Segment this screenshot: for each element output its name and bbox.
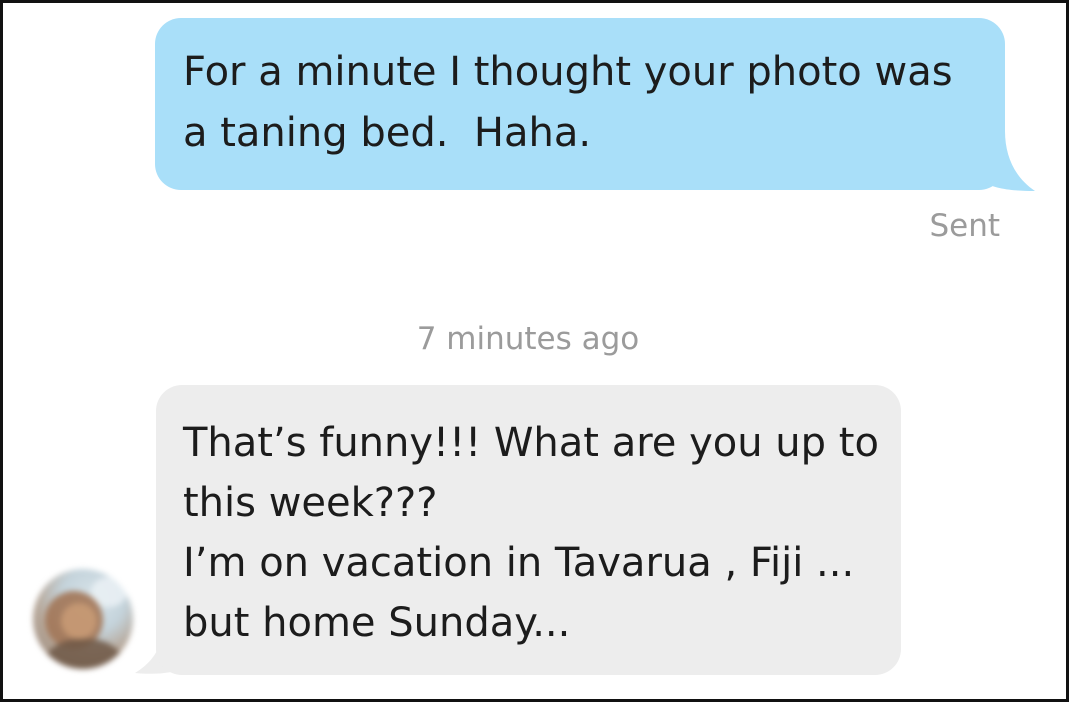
outgoing-message-bubble[interactable]: For a minute I thought your photo was a … [155, 18, 1005, 190]
message-status: Sent [929, 208, 1000, 244]
incoming-message-line: this week??? [183, 480, 438, 526]
incoming-message-bubble[interactable]: That’s funny!!! What are you up to this … [156, 385, 901, 675]
outgoing-message-line: a taning bed. Haha. [183, 110, 592, 156]
incoming-message-line: That’s funny!!! What are you up to [183, 420, 879, 466]
sender-avatar[interactable] [33, 569, 133, 669]
outgoing-message-line: For a minute I thought your photo was [183, 49, 953, 95]
outgoing-bubble-tail [983, 131, 1035, 191]
incoming-message-line: I’m on vacation in Tavarua , Fiji ... [183, 540, 855, 586]
incoming-message-line: but home Sunday... [183, 600, 571, 646]
chat-frame: For a minute I thought your photo was a … [0, 0, 1069, 702]
message-timestamp: 7 minutes ago [416, 321, 640, 357]
